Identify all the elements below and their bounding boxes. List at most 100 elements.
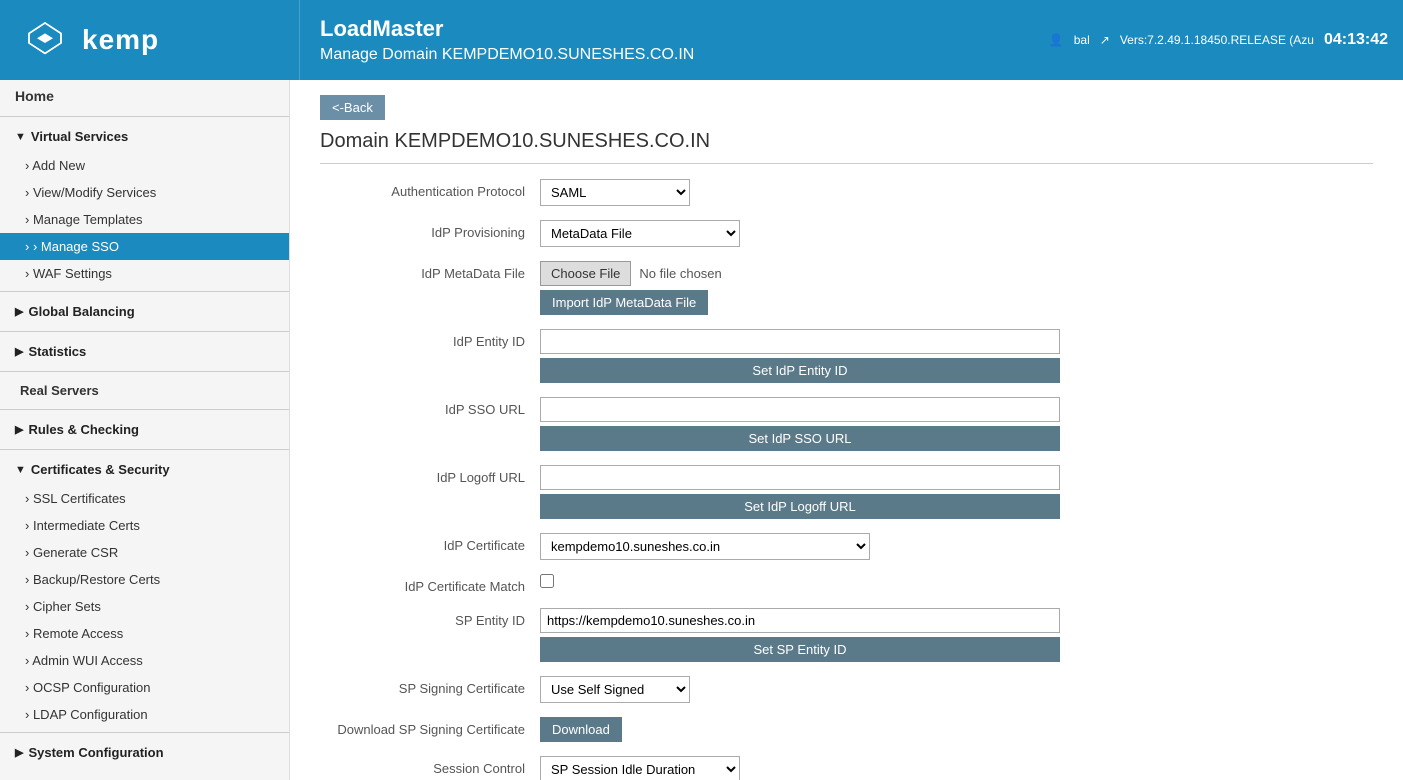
logo-text: kemp xyxy=(82,24,159,56)
session-control-row: Session Control SP Session Idle Duration… xyxy=(320,756,1373,780)
idp-logoff-url-row: IdP Logoff URL Set IdP Logoff URL xyxy=(320,465,1373,519)
main-layout: Home Virtual Services Add New View/Modif… xyxy=(0,80,1403,780)
sidebar-item-cipher-sets[interactable]: Cipher Sets xyxy=(0,593,289,620)
section-virtual-services[interactable]: Virtual Services xyxy=(0,121,289,152)
divider6 xyxy=(0,449,289,450)
sidebar-item-ldap[interactable]: LDAP Configuration xyxy=(0,701,289,728)
session-control-label: Session Control xyxy=(320,756,540,776)
idp-sso-url-input[interactable] xyxy=(540,397,1060,422)
idp-sso-url-label: IdP SSO URL xyxy=(320,397,540,417)
idp-logoff-url-label: IdP Logoff URL xyxy=(320,465,540,485)
set-idp-entity-id-button[interactable]: Set IdP Entity ID xyxy=(540,358,1060,383)
header-main: LoadMaster Manage Domain KEMPDEMO10.SUNE… xyxy=(300,0,1034,80)
sidebar-item-remote-access[interactable]: Remote Access xyxy=(0,620,289,647)
file-chooser-row: Choose File No file chosen xyxy=(540,261,722,286)
import-btn-row: Import IdP MetaData File xyxy=(540,290,722,315)
sidebar-item-waf-settings[interactable]: WAF Settings xyxy=(0,260,289,287)
idp-cert-match-label: IdP Certificate Match xyxy=(320,574,540,594)
auth-protocol-row: Authentication Protocol SAML LDAP Radius… xyxy=(320,179,1373,206)
sidebar-item-home[interactable]: Home xyxy=(0,80,289,112)
sidebar: Home Virtual Services Add New View/Modif… xyxy=(0,80,290,780)
idp-provisioning-row: IdP Provisioning MetaData File Manual xyxy=(320,220,1373,247)
version-info: Vers:7.2.49.1.18450.RELEASE (Azu xyxy=(1120,33,1314,47)
idp-cert-match-control xyxy=(540,574,554,588)
idp-logoff-url-input[interactable] xyxy=(540,465,1060,490)
idp-cert-match-checkbox[interactable] xyxy=(540,574,554,588)
auth-protocol-label: Authentication Protocol xyxy=(320,179,540,199)
idp-provisioning-control: MetaData File Manual xyxy=(540,220,740,247)
sidebar-item-add-new[interactable]: Add New xyxy=(0,152,289,179)
content-inner: <-Back Domain KEMPDEMO10.SUNESHES.CO.IN … xyxy=(290,80,1403,780)
idp-metadata-file-label: IdP MetaData File xyxy=(320,261,540,281)
import-idp-metadata-button[interactable]: Import IdP MetaData File xyxy=(540,290,708,315)
section-global-balancing[interactable]: Global Balancing xyxy=(0,296,289,327)
section-certs-security[interactable]: Certificates & Security xyxy=(0,454,289,485)
sp-entity-id-row: SP Entity ID Set SP Entity ID xyxy=(320,608,1373,662)
app-title: LoadMaster xyxy=(320,16,1014,42)
auth-protocol-control: SAML LDAP Radius Local xyxy=(540,179,690,206)
idp-entity-id-label: IdP Entity ID xyxy=(320,329,540,349)
sp-signing-cert-control: Use Self Signed xyxy=(540,676,690,703)
sp-signing-cert-row: SP Signing Certificate Use Self Signed xyxy=(320,676,1373,703)
page-title: Domain KEMPDEMO10.SUNESHES.CO.IN xyxy=(320,130,1373,164)
idp-provisioning-select[interactable]: MetaData File Manual xyxy=(540,220,740,247)
sidebar-item-manage-sso[interactable]: › Manage SSO xyxy=(0,233,289,260)
header: kemp LoadMaster Manage Domain KEMPDEMO10… xyxy=(0,0,1403,80)
section-system-config[interactable]: System Configuration xyxy=(0,737,289,768)
idp-provisioning-label: IdP Provisioning xyxy=(320,220,540,240)
sidebar-item-intermediate-certs[interactable]: Intermediate Certs xyxy=(0,512,289,539)
sidebar-item-backup-restore-certs[interactable]: Backup/Restore Certs xyxy=(0,566,289,593)
sidebar-item-admin-wui[interactable]: Admin WUI Access xyxy=(0,647,289,674)
logo-area: kemp xyxy=(0,0,300,80)
divider xyxy=(0,116,289,117)
divider5 xyxy=(0,409,289,410)
sidebar-item-ocsp[interactable]: OCSP Configuration xyxy=(0,674,289,701)
idp-sso-url-control: Set IdP SSO URL xyxy=(540,397,1060,451)
auth-protocol-select[interactable]: SAML LDAP Radius Local xyxy=(540,179,690,206)
idp-certificate-row: IdP Certificate kempdemo10.suneshes.co.i… xyxy=(320,533,1373,560)
idp-certificate-label: IdP Certificate xyxy=(320,533,540,553)
back-button[interactable]: <-Back xyxy=(320,95,385,120)
sp-signing-cert-select[interactable]: Use Self Signed xyxy=(540,676,690,703)
idp-certificate-control: kempdemo10.suneshes.co.in xyxy=(540,533,870,560)
idp-entity-id-input[interactable] xyxy=(540,329,1060,354)
idp-certificate-select[interactable]: kempdemo10.suneshes.co.in xyxy=(540,533,870,560)
idp-logoff-url-control: Set IdP Logoff URL xyxy=(540,465,1060,519)
set-sp-entity-id-button[interactable]: Set SP Entity ID xyxy=(540,637,1060,662)
share-icon[interactable]: ↗ xyxy=(1100,33,1110,47)
sidebar-item-manage-templates[interactable]: Manage Templates xyxy=(0,206,289,233)
idp-sso-url-row: IdP SSO URL Set IdP SSO URL xyxy=(320,397,1373,451)
username: bal xyxy=(1074,33,1090,47)
sidebar-item-real-servers[interactable]: Real Servers xyxy=(0,376,289,405)
download-sp-label: Download SP Signing Certificate xyxy=(320,717,540,737)
sp-signing-cert-label: SP Signing Certificate xyxy=(320,676,540,696)
session-control-control: SP Session Idle Duration None xyxy=(540,756,740,780)
sidebar-item-view-modify[interactable]: View/Modify Services xyxy=(0,179,289,206)
set-idp-sso-url-button[interactable]: Set IdP SSO URL xyxy=(540,426,1060,451)
sidebar-item-ssl-certs[interactable]: SSL Certificates xyxy=(0,485,289,512)
choose-file-button[interactable]: Choose File xyxy=(540,261,631,286)
divider3 xyxy=(0,331,289,332)
idp-entity-id-control: Set IdP Entity ID xyxy=(540,329,1060,383)
header-right: 👤 bal ↗ Vers:7.2.49.1.18450.RELEASE (Azu… xyxy=(1034,0,1403,80)
divider4 xyxy=(0,371,289,372)
divider7 xyxy=(0,732,289,733)
divider2 xyxy=(0,291,289,292)
download-sp-control: Download xyxy=(540,717,622,742)
sp-entity-id-control: Set SP Entity ID xyxy=(540,608,1060,662)
logo-icon xyxy=(20,19,70,62)
session-control-select[interactable]: SP Session Idle Duration None xyxy=(540,756,740,780)
sp-entity-id-input[interactable] xyxy=(540,608,1060,633)
section-statistics[interactable]: Statistics xyxy=(0,336,289,367)
no-file-text: No file chosen xyxy=(639,266,721,281)
sidebar-item-generate-csr[interactable]: Generate CSR xyxy=(0,539,289,566)
download-sp-row: Download SP Signing Certificate Download xyxy=(320,717,1373,742)
section-rules-checking[interactable]: Rules & Checking xyxy=(0,414,289,445)
idp-metadata-file-control: Choose File No file chosen Import IdP Me… xyxy=(540,261,722,315)
idp-entity-id-row: IdP Entity ID Set IdP Entity ID xyxy=(320,329,1373,383)
sp-entity-id-label: SP Entity ID xyxy=(320,608,540,628)
content-area: <-Back Domain KEMPDEMO10.SUNESHES.CO.IN … xyxy=(290,80,1403,780)
download-button[interactable]: Download xyxy=(540,717,622,742)
user-icon: 👤 xyxy=(1049,33,1064,47)
set-idp-logoff-url-button[interactable]: Set IdP Logoff URL xyxy=(540,494,1060,519)
